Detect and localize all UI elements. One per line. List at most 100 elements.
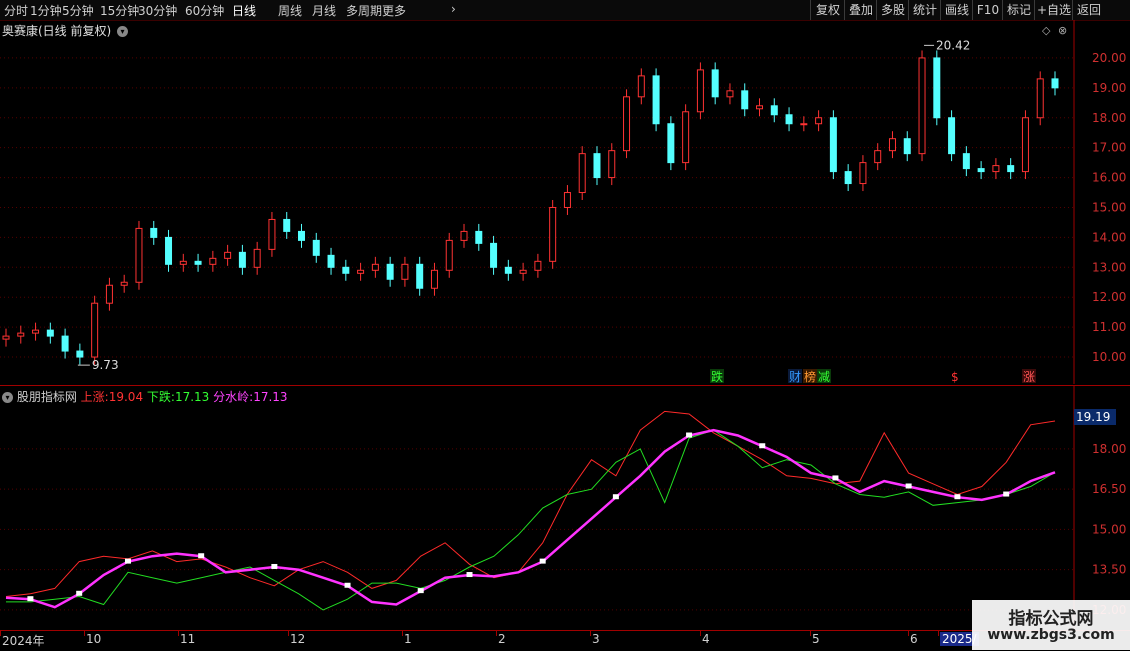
event-marker[interactable]: 财 <box>788 369 802 384</box>
signal-marker <box>271 563 278 569</box>
event-marker[interactable]: 榜 <box>803 369 817 384</box>
more-chevron-icon[interactable]: › <box>451 2 456 16</box>
period-tab-3[interactable]: 15分钟 <box>100 2 139 19</box>
candle <box>268 211 276 257</box>
watermark-title: 指标公式网 <box>1008 609 1094 629</box>
candle <box>933 50 941 126</box>
candle <box>682 104 690 171</box>
candle <box>371 256 379 278</box>
toolbar-button-7[interactable]: +自选 <box>1034 0 1073 20</box>
period-tab-6[interactable]: 日线 <box>232 2 256 19</box>
time-axis-label: 5 <box>812 632 820 646</box>
candle <box>327 247 335 275</box>
candle <box>2 328 10 347</box>
period-tab-8[interactable]: 月线 <box>312 2 336 19</box>
signal-marker <box>76 590 83 596</box>
time-axis-label: 12 <box>290 632 306 646</box>
candle <box>224 244 232 266</box>
candle <box>903 131 911 162</box>
candle <box>386 256 394 287</box>
time-axis-tick <box>0 631 1 636</box>
signal-marker <box>1003 491 1010 497</box>
candle <box>711 62 719 105</box>
time-axis-label: 3 <box>592 632 600 646</box>
time-axis: 2024年 10 11 12 1 2 3 4 5 6 2025/ <box>0 630 1130 651</box>
toolbar-button-5[interactable]: F10 <box>972 0 1003 20</box>
candle <box>342 259 350 281</box>
time-axis-tick <box>288 631 289 636</box>
candle <box>992 158 1000 180</box>
candle <box>962 146 970 177</box>
period-tab-9[interactable]: 多周期 <box>346 2 382 19</box>
period-tab-2[interactable]: 5分钟 <box>62 2 94 19</box>
toolbar-button-3[interactable]: 统计 <box>908 0 941 20</box>
candle <box>32 322 40 341</box>
toolbar-button-6[interactable]: 标记 <box>1002 0 1035 20</box>
candle <box>209 250 217 272</box>
period-tab-1[interactable]: 1分钟 <box>30 2 62 19</box>
price-y-tick: 13.00 <box>1092 260 1126 274</box>
candle <box>1051 71 1059 96</box>
candle <box>297 223 305 248</box>
candle <box>623 89 631 159</box>
indicator-y-tick: 16.50 <box>1092 482 1126 496</box>
toolbar-button-4[interactable]: 画线 <box>940 0 973 20</box>
event-marker[interactable]: 涨 <box>1022 369 1036 384</box>
price-y-tick: 16.00 <box>1092 171 1126 185</box>
candle <box>977 161 985 180</box>
event-marker[interactable]: 跌 <box>710 369 724 384</box>
signal-marker <box>686 432 693 438</box>
candle <box>756 98 764 117</box>
candle <box>312 232 320 263</box>
event-marker-text: 减 <box>818 370 830 384</box>
toolbar-button-1[interactable]: 叠加 <box>844 0 877 20</box>
signal-marker <box>198 553 205 559</box>
candle <box>283 211 291 239</box>
toolbar-button-2[interactable]: 多股 <box>876 0 909 20</box>
candle <box>76 343 84 365</box>
time-axis-label: 2024年 <box>2 634 45 648</box>
candle <box>859 155 867 192</box>
signal-marker <box>466 572 473 578</box>
event-marker[interactable]: 减 <box>817 369 831 384</box>
candle <box>726 83 734 105</box>
period-tab-10[interactable]: 更多 <box>382 2 406 19</box>
candle <box>549 200 557 269</box>
signal-marker <box>344 582 351 588</box>
toolbar-button-8[interactable]: 返回 <box>1072 0 1105 20</box>
period-tab-5[interactable]: 60分钟 <box>185 2 224 19</box>
time-axis-label: 6 <box>910 632 918 646</box>
period-tab-7[interactable]: 周线 <box>278 2 302 19</box>
time-axis-label: 1 <box>404 632 412 646</box>
candle <box>445 232 453 278</box>
candle <box>165 229 173 272</box>
diamond-icon[interactable]: ◇ <box>1042 24 1051 37</box>
time-axis-tick <box>178 631 179 636</box>
event-marker-text: 涨 <box>1023 369 1035 384</box>
watermark: 指标公式网 www.zbgs3.com <box>972 600 1130 650</box>
candle <box>91 295 99 365</box>
toolbar-button-0[interactable]: 复权 <box>810 0 845 20</box>
candle <box>1021 110 1029 180</box>
candle <box>179 253 187 272</box>
candle <box>534 253 542 278</box>
time-axis-label: 10 <box>86 632 102 646</box>
price-y-tick: 17.00 <box>1092 141 1126 155</box>
candle <box>652 68 660 132</box>
candle <box>770 98 778 123</box>
candle <box>667 116 675 171</box>
candle <box>918 50 926 162</box>
event-marker-text: $ <box>951 370 959 384</box>
close-circle-icon[interactable]: ⊗ <box>1058 24 1067 37</box>
time-axis-tick <box>496 631 497 636</box>
candle <box>105 277 113 311</box>
signal-marker <box>124 558 131 564</box>
time-axis-tick <box>700 631 701 636</box>
period-tab-4[interactable]: 30分钟 <box>138 2 177 19</box>
event-marker[interactable]: $ <box>950 369 964 384</box>
time-axis-tick <box>908 631 909 636</box>
candle <box>504 259 512 281</box>
price-y-tick: 20.00 <box>1092 51 1126 65</box>
event-marker-text: 跌 <box>711 369 723 384</box>
period-tab-0[interactable]: 分时 <box>4 2 28 19</box>
